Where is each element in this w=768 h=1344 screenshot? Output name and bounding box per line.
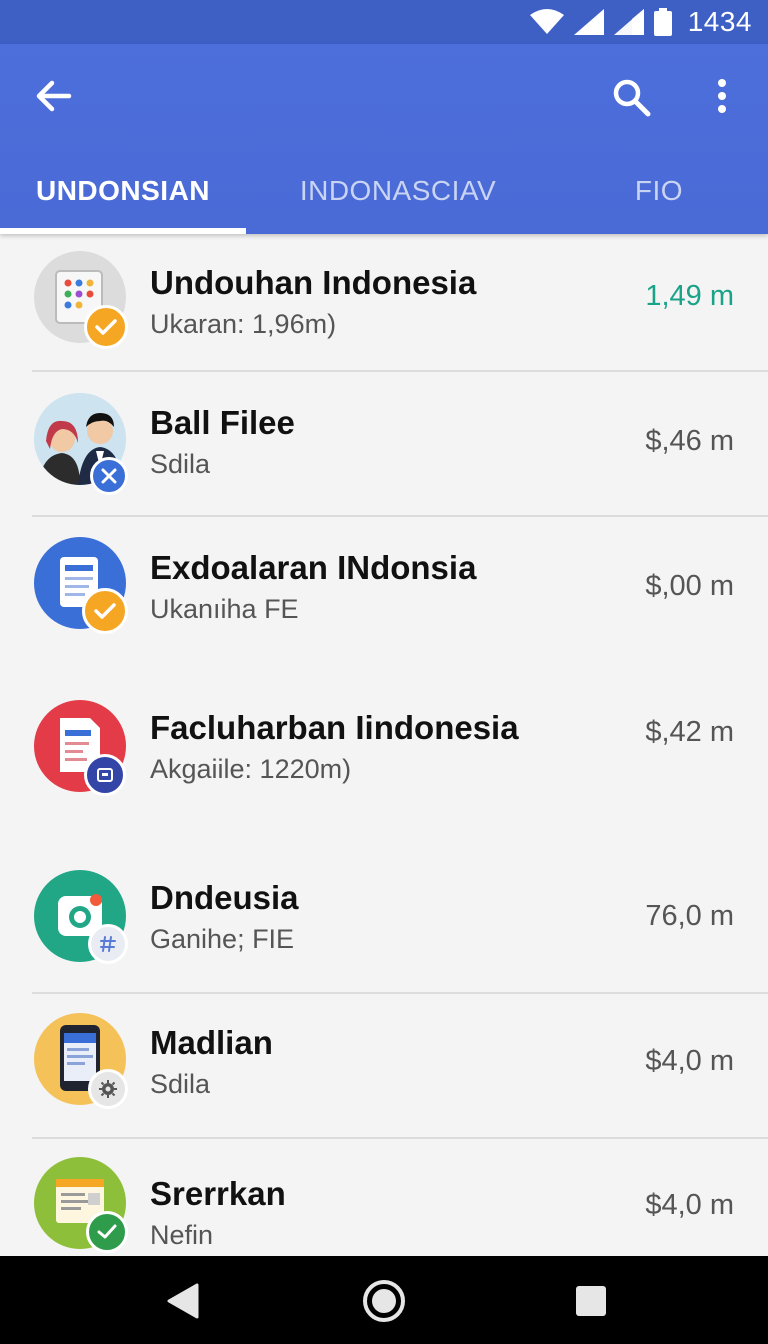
check-badge-icon bbox=[86, 1211, 128, 1253]
square-badge-icon bbox=[84, 754, 126, 796]
triangle-back-icon bbox=[167, 1283, 199, 1319]
item-subtitle: Nefin bbox=[150, 1220, 214, 1250]
tab-fio[interactable]: FIO bbox=[550, 148, 768, 234]
item-subtitle: Ganihe; FIE bbox=[150, 924, 295, 954]
item-size: 76,0 m bbox=[645, 900, 734, 932]
item-size: $,00 m bbox=[645, 570, 734, 602]
item-size: $,46 m bbox=[645, 425, 734, 457]
item-title: Srerrkan bbox=[150, 1175, 286, 1212]
item-title: Madlian bbox=[150, 1024, 273, 1061]
tab-indonasciav[interactable]: INDONASCIAV bbox=[246, 148, 550, 234]
item-subtitle: Ukaran: 1,96m) bbox=[150, 309, 337, 339]
search-icon bbox=[613, 79, 651, 117]
item-title: Facluharban Iindonesia bbox=[150, 709, 519, 746]
app-bar: UNDONSIAN INDONASCIAV FIO bbox=[0, 44, 768, 234]
gear-badge-icon bbox=[88, 1069, 128, 1109]
back-button[interactable] bbox=[22, 64, 86, 128]
item-subtitle: Sdila bbox=[150, 449, 211, 479]
nav-home-button[interactable] bbox=[359, 1276, 409, 1326]
list-item[interactable]: Dndeusia Ganihe; FIE 76,0 m bbox=[0, 854, 768, 992]
status-time: 1434 bbox=[687, 6, 752, 37]
item-subtitle: Ukanıiha FE bbox=[150, 594, 299, 624]
home-circle-icon bbox=[363, 1280, 405, 1322]
check-badge-icon bbox=[82, 588, 128, 634]
status-bar: 1434 bbox=[0, 0, 768, 44]
item-title: Exdoalaran INdonsia bbox=[150, 549, 477, 586]
item-subtitle: Akgaiile: 1220m) bbox=[150, 754, 352, 784]
search-button[interactable] bbox=[600, 66, 664, 130]
item-title: Undouhan Indonesia bbox=[150, 264, 477, 301]
item-size: $,42 m bbox=[645, 716, 734, 748]
list-item[interactable]: Madlian Sdila $4,0 m bbox=[0, 994, 768, 1138]
item-title: Ball Filee bbox=[150, 404, 295, 441]
signal-icon bbox=[573, 9, 604, 35]
list-item[interactable]: Exdoalaran INdonsia Ukanıiha FE $,00 m bbox=[0, 517, 768, 662]
more-options-button[interactable] bbox=[690, 64, 754, 128]
tools-badge-icon bbox=[90, 457, 128, 495]
navigation-bar bbox=[0, 1256, 768, 1344]
signal-secondary-icon bbox=[613, 9, 644, 35]
tag-badge-icon bbox=[88, 924, 128, 964]
nav-recents-button[interactable] bbox=[566, 1276, 616, 1326]
item-size: $4,0 m bbox=[645, 1045, 734, 1077]
list-item[interactable]: Undouhan Indonesia Ukaran: 1,96m) 1,49 m bbox=[0, 234, 768, 371]
wifi-icon bbox=[529, 9, 564, 34]
tab-undonsian[interactable]: UNDONSIAN bbox=[0, 148, 246, 234]
tab-label: FIO bbox=[634, 175, 684, 206]
battery-icon bbox=[653, 8, 672, 36]
list-item[interactable]: Ball Filee Sdila $,46 m bbox=[0, 372, 768, 516]
tab-bar: UNDONSIAN INDONASCIAV FIO bbox=[0, 148, 768, 234]
more-vert-icon bbox=[718, 79, 726, 113]
arrow-left-icon bbox=[36, 80, 72, 112]
item-size: $4,0 m bbox=[645, 1189, 734, 1221]
tab-label: INDONASCIAV bbox=[299, 175, 497, 206]
square-recents-icon bbox=[576, 1286, 606, 1316]
item-size: 1,49 m bbox=[645, 280, 734, 312]
item-title: Dndeusia bbox=[150, 879, 299, 916]
list-item[interactable]: Facluharban Iindonesia Akgaiile: 1220m) … bbox=[0, 674, 768, 834]
nav-back-button[interactable] bbox=[158, 1276, 208, 1326]
check-badge-icon bbox=[84, 305, 128, 349]
item-subtitle: Sdila bbox=[150, 1069, 211, 1099]
list-item[interactable]: Srerrkan Nefin $4,0 m bbox=[0, 1139, 768, 1256]
tab-label: UNDONSIAN bbox=[35, 175, 211, 206]
